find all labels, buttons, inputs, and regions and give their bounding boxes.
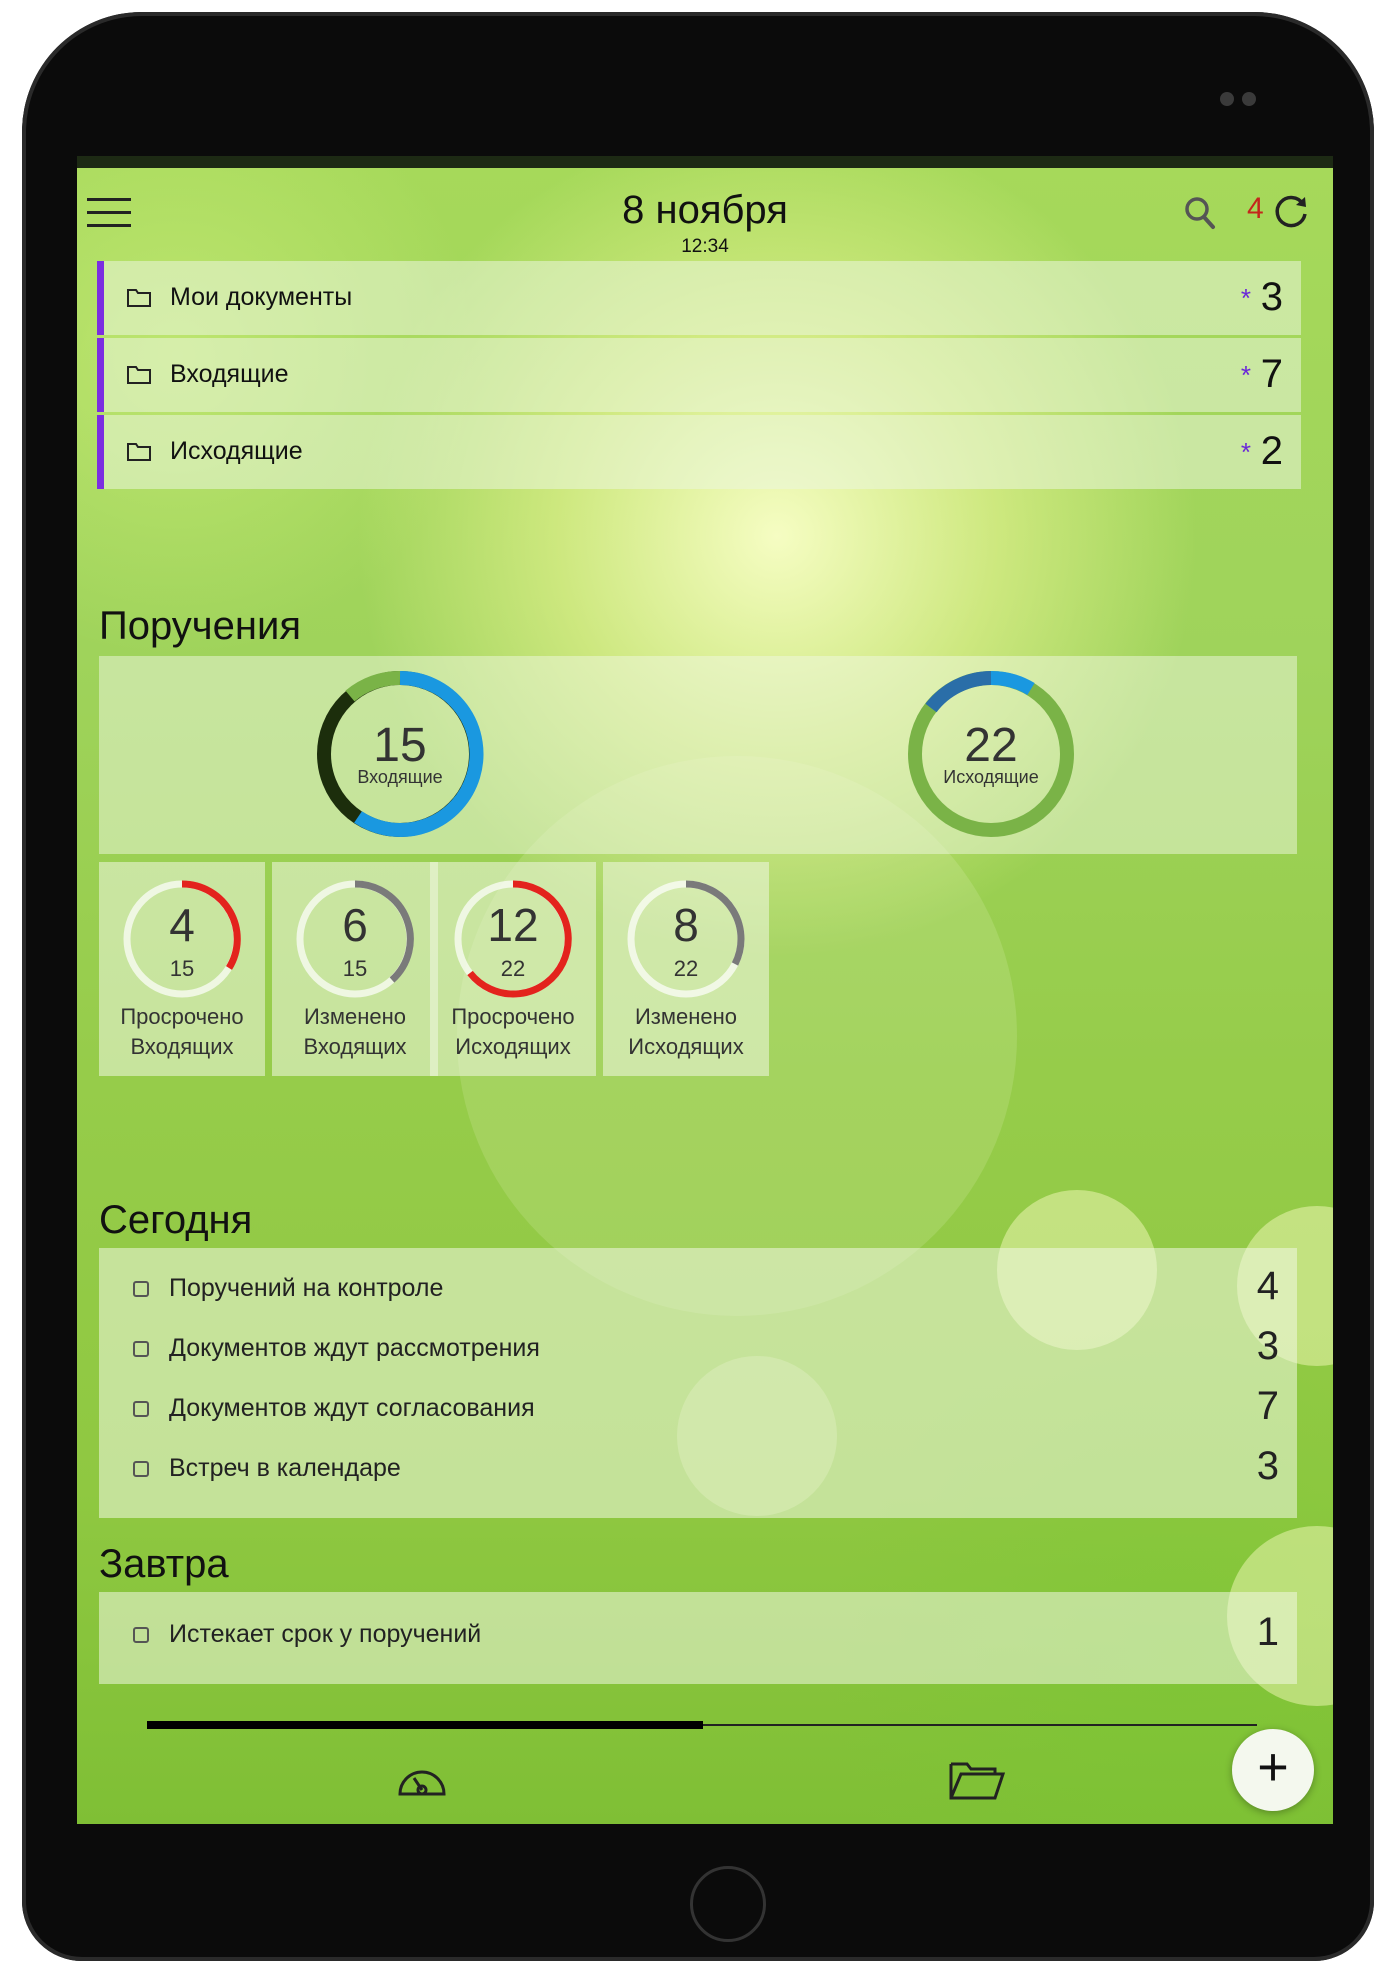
plus-icon: + [1257, 1737, 1289, 1797]
tile-total: 22 [500, 956, 526, 981]
unread-marker: * [1240, 437, 1251, 467]
folder-label: Мои документы [170, 283, 353, 311]
tile-value: 4 [169, 899, 195, 951]
list-item[interactable]: Истекает срок у поручений 1 [99, 1608, 1297, 1668]
list-item-count: 3 [1256, 1324, 1279, 1368]
tile-caption-line2: Входящих [130, 1034, 234, 1059]
list-item-label: Документов ждут согласования [169, 1394, 535, 1422]
status-bar [77, 156, 1333, 168]
incoming-label: Входящие [357, 767, 443, 787]
folder-icon [127, 366, 151, 384]
app-screen: 8 ноября 12:34 4 Мои документы * 3 Входя… [77, 156, 1333, 1824]
tile-value: 6 [342, 899, 368, 951]
folder-count: 3 [1260, 275, 1283, 319]
outgoing-label: Исходящие [943, 767, 1039, 787]
list-item[interactable]: Документов ждут согласования 7 [99, 1382, 1297, 1442]
checkbox-icon[interactable] [133, 1627, 149, 1643]
tile-caption-line1: Изменено [634, 1004, 738, 1029]
tile-caption: Изменено Исходящих [603, 1002, 769, 1062]
tile-value: 8 [673, 899, 699, 951]
section-title-assignments: Поручения [99, 604, 301, 648]
tile-overdue-outgoing[interactable]: 12 22 Просрочено Исходящих [430, 862, 596, 1076]
tile-caption-line2: Исходящих [455, 1034, 571, 1059]
folder-incoming[interactable]: Входящие * 7 [97, 338, 1301, 412]
checkbox-icon[interactable] [133, 1341, 149, 1357]
folder-label: Исходящие [170, 437, 303, 465]
folder-count: 2 [1260, 429, 1283, 473]
tile-caption-line2: Исходящих [628, 1034, 744, 1059]
section-title-tomorrow: Завтра [99, 1542, 229, 1586]
list-item-count: 7 [1256, 1384, 1279, 1428]
unread-marker: * [1240, 360, 1251, 390]
assignments-summary-panel [99, 656, 1297, 854]
outgoing-count: 22 [964, 719, 1018, 772]
tile-value: 12 [487, 899, 539, 951]
tomorrow-list: Истекает срок у поручений 1 [99, 1592, 1297, 1684]
folder-my-documents[interactable]: Мои документы * 3 [97, 261, 1301, 335]
sync-count: 4 [1247, 192, 1264, 225]
add-button[interactable]: + [1232, 1729, 1314, 1811]
checkbox-icon[interactable] [133, 1461, 149, 1477]
header-time: 12:34 [681, 236, 729, 257]
camera-dot [1220, 92, 1234, 106]
tile-caption-line2: Входящих [303, 1034, 407, 1059]
tile-caption-line1: Просрочено [451, 1004, 575, 1029]
page-title: 8 ноября [622, 188, 788, 232]
list-item-count: 3 [1256, 1444, 1279, 1488]
folder-icon [127, 443, 151, 461]
tile-caption: Просрочено Исходящих [430, 1002, 596, 1062]
today-list: Поручений на контроле 4 Документов ждут … [99, 1248, 1297, 1518]
tile-overdue-incoming[interactable]: 4 15 Просрочено Входящих [99, 862, 265, 1076]
folder-label: Входящие [170, 360, 289, 388]
tile-total: 15 [342, 956, 368, 981]
tile-caption-line1: Изменено [303, 1004, 407, 1029]
search-icon[interactable] [1184, 196, 1216, 230]
checkbox-icon[interactable] [133, 1281, 149, 1297]
folder-open-icon[interactable] [947, 1756, 1007, 1802]
folder-count: 7 [1260, 352, 1283, 396]
tile-total: 15 [169, 956, 195, 981]
list-item-count: 4 [1256, 1264, 1279, 1308]
tile-total: 22 [673, 956, 699, 981]
tile-caption: Изменено Входящих [272, 1002, 438, 1062]
section-title-today: Сегодня [99, 1198, 253, 1242]
folder-icon [127, 289, 151, 307]
unread-marker: * [1240, 283, 1251, 313]
dashboard-icon[interactable] [392, 1756, 452, 1802]
folder-outgoing[interactable]: Исходящие * 2 [97, 415, 1301, 489]
list-item-label: Истекает срок у поручений [169, 1620, 482, 1648]
list-item[interactable]: Документов ждут рассмотрения 3 [99, 1322, 1297, 1382]
list-item[interactable]: Встреч в календаре 3 [99, 1442, 1297, 1502]
tile-caption-line1: Просрочено [120, 1004, 244, 1029]
list-item[interactable]: Поручений на контроле 4 [99, 1262, 1297, 1322]
sync-icon[interactable] [1272, 192, 1310, 230]
list-item-label: Документов ждут рассмотрения [169, 1334, 540, 1362]
list-item-label: Поручений на контроле [169, 1274, 444, 1302]
list-item-label: Встреч в календаре [169, 1454, 401, 1482]
incoming-count: 15 [373, 719, 427, 772]
home-button[interactable] [690, 1866, 766, 1942]
checkbox-icon[interactable] [133, 1401, 149, 1417]
tab-indicator-active [147, 1721, 703, 1729]
sensor-dot [1242, 92, 1256, 106]
tile-changed-outgoing[interactable]: 8 22 Изменено Исходящих [603, 862, 769, 1076]
list-item-count: 1 [1256, 1610, 1279, 1654]
tile-changed-incoming[interactable]: 6 15 Изменено Входящих [272, 862, 438, 1076]
tile-caption: Просрочено Входящих [99, 1002, 265, 1062]
